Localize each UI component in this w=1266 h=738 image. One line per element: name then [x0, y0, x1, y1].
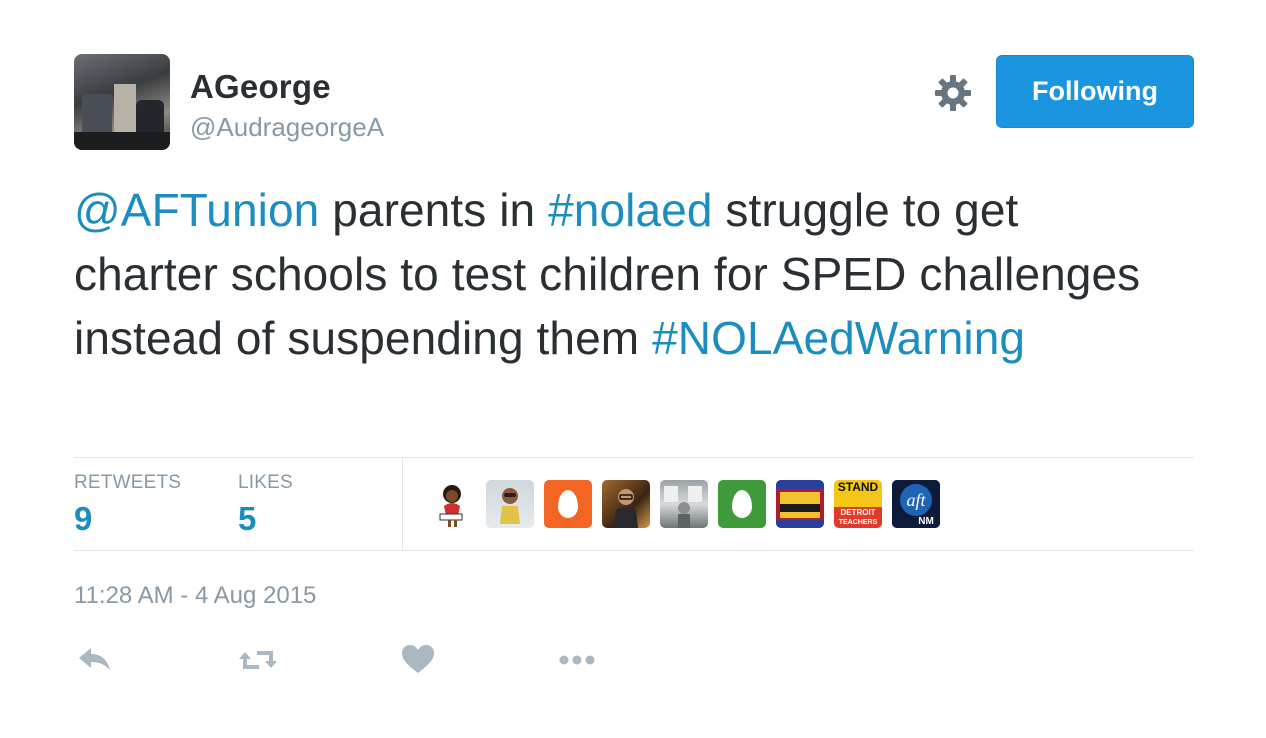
retweets-count[interactable]: 9	[74, 500, 92, 538]
divider	[74, 550, 1194, 551]
likes-count[interactable]: 5	[238, 500, 256, 538]
like-icon[interactable]	[398, 642, 438, 678]
tweet-timestamp[interactable]: 11:28 AM - 4 Aug 2015	[74, 582, 316, 610]
following-button[interactable]: Following	[996, 55, 1194, 128]
user-avatar[interactable]	[74, 54, 170, 150]
retweets-label[interactable]: RETWEETS	[74, 472, 181, 494]
aft-logo-text: NM	[918, 516, 934, 527]
divider	[74, 457, 1194, 458]
more-icon[interactable]	[556, 642, 596, 678]
liker-avatar[interactable]	[544, 480, 592, 528]
reply-icon[interactable]	[76, 642, 116, 678]
user-full-name[interactable]: AGeorge	[190, 68, 331, 106]
liker-avatar[interactable]	[428, 480, 476, 528]
liker-avatar[interactable]: STAND DETROIT TEACHERS	[834, 480, 882, 528]
liker-avatar[interactable]	[660, 480, 708, 528]
mention-link[interactable]: @AFTunion	[74, 184, 319, 236]
divider	[402, 457, 403, 550]
liker-avatar[interactable]	[602, 480, 650, 528]
egg-icon	[732, 490, 752, 518]
badge-text: DETROIT	[840, 508, 875, 517]
retweet-icon[interactable]	[237, 642, 277, 678]
gear-icon[interactable]	[932, 72, 974, 114]
liker-avatar[interactable]	[486, 480, 534, 528]
liker-avatar[interactable]	[776, 480, 824, 528]
hashtag-link-nolaed[interactable]: #nolaed	[548, 184, 712, 236]
aft-logo-text: aft	[906, 490, 926, 510]
likes-label[interactable]: LIKES	[238, 472, 293, 494]
badge-text: STAND	[838, 480, 879, 494]
liker-avatar[interactable]: aft NM	[892, 480, 940, 528]
liker-avatar[interactable]	[718, 480, 766, 528]
hashtag-link-nolaedwarning[interactable]: #NOLAedWarning	[652, 312, 1025, 364]
badge-text: TEACHERS	[839, 519, 878, 526]
tweet-text-part: parents in	[319, 184, 549, 236]
user-screen-name[interactable]: @AudrageorgeA	[190, 112, 384, 143]
tweet-text: @AFTunion parents in #nolaed struggle to…	[74, 178, 1174, 370]
liker-avatars: STAND DETROIT TEACHERS aft NM	[428, 480, 940, 528]
egg-icon	[558, 490, 578, 518]
